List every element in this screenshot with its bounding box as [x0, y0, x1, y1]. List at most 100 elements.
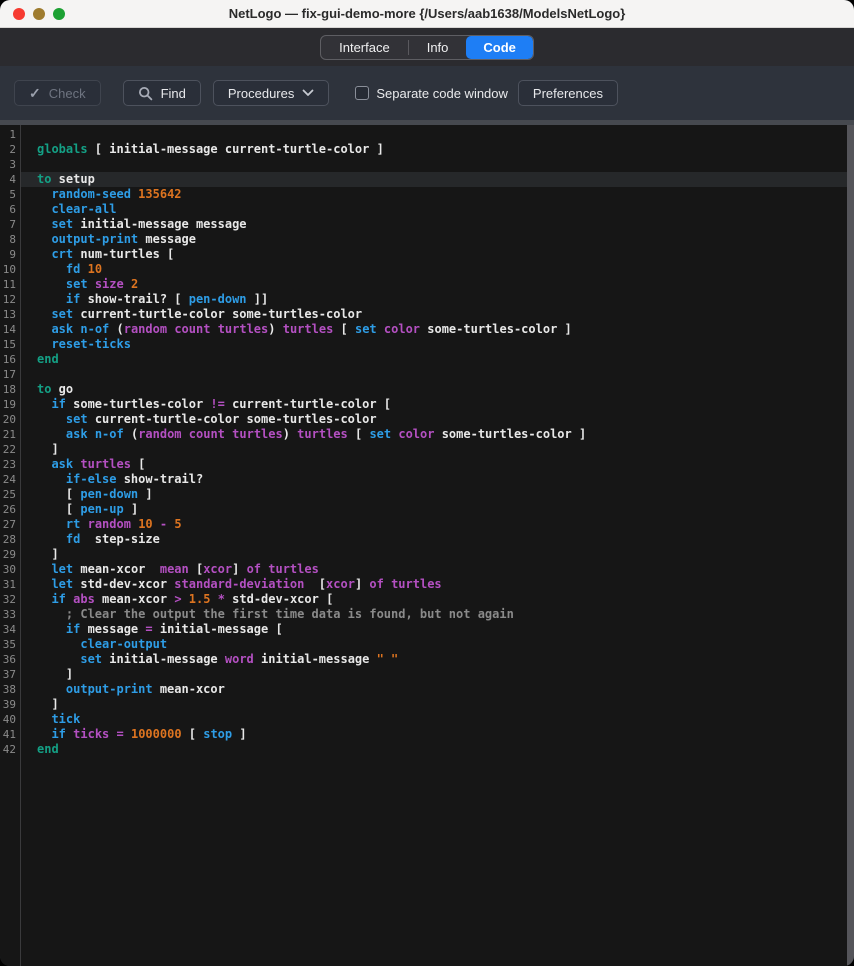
code-line[interactable]: if ticks = 1000000 [ stop ]: [21, 727, 854, 742]
code-token: [37, 232, 51, 246]
code-line[interactable]: set initial-message message: [21, 217, 854, 232]
code-token: [37, 187, 51, 201]
line-number: 35: [0, 637, 20, 652]
code-token: standard-deviation: [174, 577, 304, 591]
code-token: =: [117, 727, 124, 741]
line-number: 36: [0, 652, 20, 667]
code-line[interactable]: [21, 367, 854, 382]
code-line[interactable]: set current-turtle-color some-turtles-co…: [21, 412, 854, 427]
code-token: [37, 457, 51, 471]
separate-code-window-checkbox[interactable]: [355, 86, 369, 100]
code-token: to: [37, 382, 51, 396]
code-line[interactable]: ask n-of (random count turtles) turtles …: [21, 322, 854, 337]
line-number: 32: [0, 592, 20, 607]
code-line[interactable]: [ pen-down ]: [21, 487, 854, 502]
line-number: 7: [0, 217, 20, 232]
code-token: [37, 712, 51, 726]
line-number: 24: [0, 472, 20, 487]
code-line[interactable]: fd 10: [21, 262, 854, 277]
tab-interface[interactable]: Interface: [321, 36, 408, 59]
code-line[interactable]: globals [ initial-message current-turtle…: [21, 142, 854, 157]
code-token: [37, 427, 66, 441]
code-token: reset-ticks: [51, 337, 130, 351]
tab-info[interactable]: Info: [409, 36, 467, 59]
code-token: initial-message [: [153, 622, 283, 636]
code-token: output-print: [66, 682, 153, 696]
code-token: color: [398, 427, 434, 441]
code-line[interactable]: end: [21, 742, 854, 757]
code-line[interactable]: rt random 10 - 5: [21, 517, 854, 532]
code-token: initial-message: [254, 652, 377, 666]
code-line[interactable]: ask n-of (random count turtles) turtles …: [21, 427, 854, 442]
code-line[interactable]: fd step-size: [21, 532, 854, 547]
code-line[interactable]: set size 2: [21, 277, 854, 292]
code-line[interactable]: tick: [21, 712, 854, 727]
code-line[interactable]: set initial-message word initial-message…: [21, 652, 854, 667]
code-token: pen-down: [80, 487, 138, 501]
code-line[interactable]: [21, 127, 854, 142]
tab-code[interactable]: Code: [466, 36, 533, 59]
code-token: some-turtles-color ]: [434, 427, 586, 441]
code-line[interactable]: output-print message: [21, 232, 854, 247]
code-line[interactable]: if-else show-trail?: [21, 472, 854, 487]
code-token: current-turtle-color some-turtles-color: [73, 307, 362, 321]
code-line[interactable]: clear-all: [21, 202, 854, 217]
code-line[interactable]: if show-trail? [ pen-down ]]: [21, 292, 854, 307]
code-line[interactable]: to go: [21, 382, 854, 397]
code-line[interactable]: let mean-xcor mean [xcor] of turtles: [21, 562, 854, 577]
code-token: 10: [138, 517, 152, 531]
preferences-button-label: Preferences: [533, 86, 603, 101]
code-token: ): [283, 427, 297, 441]
line-number: 20: [0, 412, 20, 427]
code-line[interactable]: if message = initial-message [: [21, 622, 854, 637]
code-line[interactable]: if abs mean-xcor > 1.5 * std-dev-xcor [: [21, 592, 854, 607]
code-line[interactable]: end: [21, 352, 854, 367]
code-token: [: [348, 427, 370, 441]
code-line[interactable]: if some-turtles-color != current-turtle-…: [21, 397, 854, 412]
code-token: ): [268, 322, 282, 336]
check-button-label: Check: [49, 86, 86, 101]
code-token: [: [333, 322, 355, 336]
line-number: 34: [0, 622, 20, 637]
code-token: turtles: [391, 577, 442, 591]
code-token: ]: [232, 727, 246, 741]
line-number: 30: [0, 562, 20, 577]
traffic-lights: [13, 0, 65, 27]
code-line[interactable]: set current-turtle-color some-turtles-co…: [21, 307, 854, 322]
zoom-button[interactable]: [53, 8, 65, 20]
code-line[interactable]: let std-dev-xcor standard-deviation [xco…: [21, 577, 854, 592]
vertical-scrollbar[interactable]: [847, 125, 854, 966]
code-line[interactable]: ask turtles [: [21, 457, 854, 472]
code-line[interactable]: [ pen-up ]: [21, 502, 854, 517]
code-line[interactable]: ]: [21, 547, 854, 562]
code-line[interactable]: random-seed 135642: [21, 187, 854, 202]
code-lines[interactable]: globals [ initial-message current-turtle…: [21, 125, 854, 966]
code-token: 2: [131, 277, 138, 291]
find-button[interactable]: Find: [123, 80, 201, 106]
close-button[interactable]: [13, 8, 25, 20]
code-line[interactable]: ; Clear the output the first time data i…: [21, 607, 854, 622]
code-line[interactable]: clear-output: [21, 637, 854, 652]
procedures-dropdown[interactable]: Procedures: [213, 80, 329, 106]
line-number: 10: [0, 262, 20, 277]
code-token: ]: [124, 502, 138, 516]
code-line[interactable]: ]: [21, 697, 854, 712]
code-token: [153, 517, 160, 531]
code-line[interactable]: ]: [21, 667, 854, 682]
code-token: set: [66, 277, 88, 291]
code-line[interactable]: crt num-turtles [: [21, 247, 854, 262]
minimize-button[interactable]: [33, 8, 45, 20]
line-number-gutter: 1234567891011121314151617181920212223242…: [0, 125, 21, 966]
line-number: 33: [0, 607, 20, 622]
code-line[interactable]: reset-ticks: [21, 337, 854, 352]
code-token: if: [51, 592, 65, 606]
code-line[interactable]: ]: [21, 442, 854, 457]
code-token: [37, 532, 66, 546]
code-token: current-turtle-color [: [225, 397, 391, 411]
code-line[interactable]: to setup: [21, 172, 854, 187]
code-line[interactable]: output-print mean-xcor: [21, 682, 854, 697]
code-token: ]]: [247, 292, 269, 306]
preferences-button[interactable]: Preferences: [518, 80, 618, 106]
check-button[interactable]: ✓ Check: [14, 80, 101, 106]
code-line[interactable]: [21, 157, 854, 172]
